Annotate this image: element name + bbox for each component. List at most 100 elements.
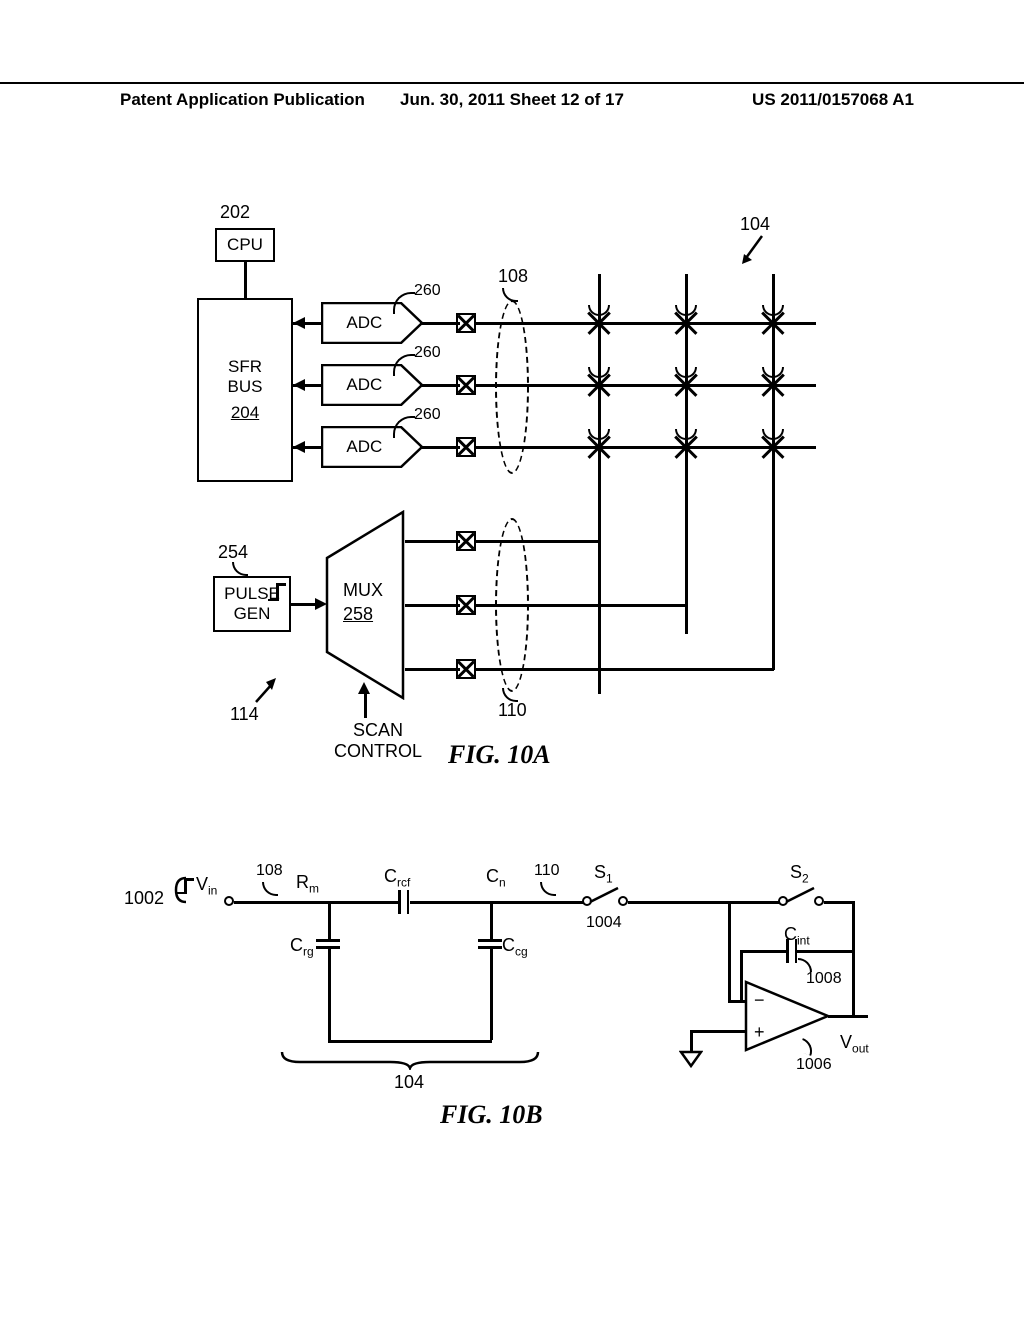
ref-104-arrow: [740, 232, 770, 266]
node-r2-c2: [674, 373, 698, 397]
mux-out-3: [405, 668, 460, 671]
adc1-in-arrow: [293, 317, 305, 329]
fig10a-caption: FIG. 10A: [448, 740, 551, 770]
s2-term-r: [814, 896, 824, 906]
ccg-label: Ccg: [502, 935, 528, 959]
ref-110-b-leader: [540, 882, 556, 896]
opamp-pos-gnd-v: [690, 1030, 693, 1052]
pad-col-1: [456, 531, 476, 551]
opamp-out-wire: [828, 1015, 868, 1018]
col3-feed-v: [772, 568, 775, 670]
node-r1-c2: [674, 311, 698, 335]
fb-v2: [852, 950, 855, 1017]
ccg-wire-top: [490, 903, 493, 939]
vin-step-icon: [176, 874, 196, 894]
ref-108: 108: [498, 266, 528, 287]
svg-text:−: −: [754, 990, 765, 1010]
node-r3-c2: [674, 435, 698, 459]
node-r3-c3: [761, 435, 785, 459]
gnd-rail: [328, 1040, 492, 1043]
cint-label: Cint: [784, 924, 810, 948]
wire-s1-to-node: [628, 901, 728, 904]
s1-term-r: [618, 896, 628, 906]
ref-108-leader: [502, 288, 518, 302]
wire-to-s2: [728, 901, 780, 904]
mux-label: MUX: [343, 580, 383, 601]
adc1-ref-leader: [393, 292, 415, 314]
s1-label: S1: [594, 862, 613, 886]
adc3-in-arrow: [293, 441, 305, 453]
opamp-pos-wire: [690, 1030, 746, 1033]
wire-vin-to-cn: [234, 901, 544, 904]
ref-260-2: 260: [414, 344, 441, 362]
pulse-waveform-icon: [268, 581, 288, 601]
header-right: US 2011/0157068 A1: [752, 90, 914, 110]
ccg-wire-bot: [490, 948, 493, 1040]
mux-out-1: [405, 540, 460, 543]
ref-202: 202: [220, 202, 250, 223]
header-center: Jun. 30, 2011 Sheet 12 of 17: [400, 90, 624, 110]
s2-label: S2: [790, 862, 809, 886]
ref-110: 110: [498, 700, 527, 721]
svg-text:+: +: [754, 1022, 765, 1042]
ref-108-b-leader: [262, 882, 278, 896]
col-bus-ellipse: [495, 518, 529, 692]
ref-1002: 1002: [124, 888, 164, 909]
mux-scan-arrow: [358, 682, 370, 694]
scan-control-label: SCAN CONTROL: [334, 720, 422, 761]
sfr-label-bot: BUS: [228, 377, 263, 397]
panel-brace: [280, 1050, 540, 1070]
crcf-cap: [398, 890, 409, 914]
pad-col-2: [456, 595, 476, 615]
pad-row-3: [456, 437, 476, 457]
crg-wire-top: [328, 903, 331, 939]
row-bus-ellipse: [495, 300, 529, 474]
wire-s2-right: [824, 901, 854, 904]
crg-label: Crg: [290, 935, 314, 959]
pad-row-1: [456, 313, 476, 333]
pad-row-2: [456, 375, 476, 395]
sfr-bus-block: SFR BUS 204: [197, 298, 293, 482]
node-r2-c3: [761, 373, 785, 397]
wire-to-s1: [544, 901, 584, 904]
pad-col-3: [456, 659, 476, 679]
cint-left-v: [740, 950, 743, 1002]
fb-v1: [852, 901, 855, 941]
col1-feed-wire-h: [476, 540, 600, 543]
col2-feed-v-dummy: [685, 604, 688, 634]
vin-terminal: [224, 896, 234, 906]
ref-104-b: 104: [394, 1072, 424, 1093]
ref-110-b: 110: [534, 862, 560, 880]
ref-254-leader: [232, 562, 248, 576]
sfr-label-top: SFR: [228, 357, 262, 377]
ref-260-1: 260: [414, 282, 441, 300]
header-left: Patent Application Publication: [120, 90, 365, 110]
vout-label: Vout: [840, 1032, 869, 1056]
ref-204: 204: [231, 403, 259, 423]
ref-108-b: 108: [256, 862, 283, 880]
ref-1004: 1004: [586, 914, 622, 932]
node-r2-c1: [587, 373, 611, 397]
s2-switch-arm: [784, 884, 818, 906]
vin-label: Vin: [196, 874, 217, 898]
node-r1-c1: [587, 311, 611, 335]
ref-114: 114: [230, 704, 259, 725]
rm-label: Rm: [296, 872, 319, 896]
opamp-gnd: [679, 1050, 703, 1068]
node-r1-c3: [761, 311, 785, 335]
col-wire-1: [598, 274, 601, 694]
ref-260-3: 260: [414, 406, 441, 424]
ref-254: 254: [218, 542, 248, 563]
cn-label: Cn: [486, 866, 506, 890]
ref-114-arrow: [250, 676, 280, 706]
mux-scan-wire: [364, 690, 367, 718]
node-r3-c1: [587, 435, 611, 459]
s1-switch-arm: [588, 884, 622, 906]
ref-1008-leader: [798, 958, 812, 972]
opamp: − +: [744, 980, 830, 1052]
crcf-label: Crcf: [384, 866, 410, 890]
cpu-block: CPU: [215, 228, 275, 262]
cpu-to-sfr-wire: [244, 262, 247, 298]
ref-258: 258: [343, 604, 373, 625]
fig10b-caption: FIG. 10B: [440, 1100, 543, 1130]
